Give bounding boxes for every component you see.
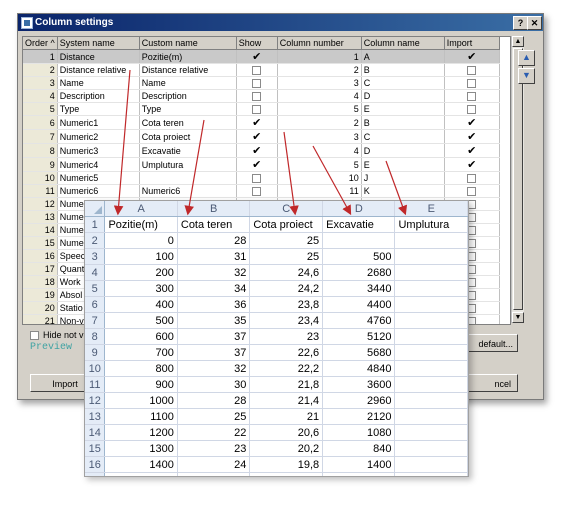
arrow-a: [113, 69, 131, 216]
arrow-b: [184, 119, 205, 216]
arrow-d: [312, 145, 352, 216]
arrow-c: [283, 131, 299, 216]
mapping-arrows: [113, 69, 408, 216]
arrow-e: [385, 160, 408, 216]
